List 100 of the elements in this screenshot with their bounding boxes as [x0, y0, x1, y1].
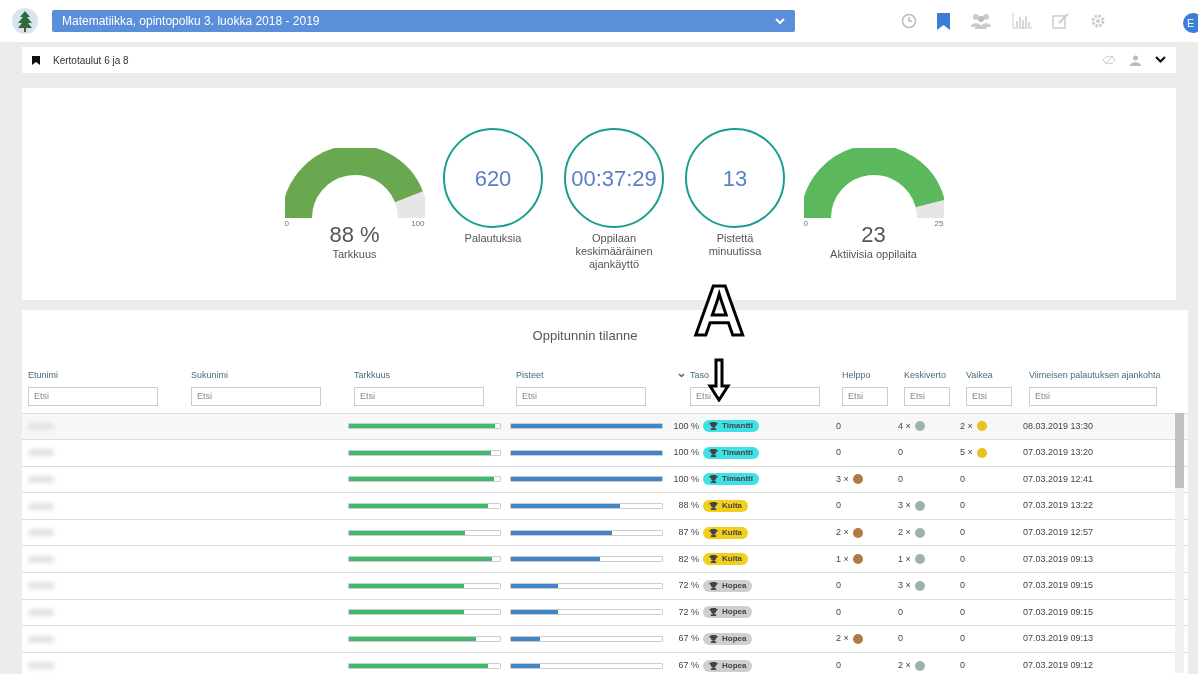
gauge-max: 100	[411, 218, 425, 230]
medal-count: 3 ×	[898, 579, 911, 593]
level-percent: 100 %	[672, 419, 699, 433]
column-header[interactable]: Taso	[690, 368, 709, 383]
trophy-icon	[709, 635, 718, 644]
user-avatar[interactable]: E	[1183, 13, 1198, 33]
blurred-name	[28, 529, 54, 537]
level-badge: Timantti	[703, 473, 759, 486]
sort-caret-icon[interactable]	[678, 373, 685, 378]
column-header[interactable]: Viimeisen palautuksen ajankohta	[1029, 368, 1161, 383]
column-header[interactable]: Etunimi	[28, 368, 58, 383]
gauge-value: 23	[861, 224, 886, 246]
submission-time: 07.03.2019 09:12	[1023, 658, 1095, 672]
people-icon[interactable]	[970, 13, 992, 29]
level-badge: Kulta	[703, 553, 748, 566]
search-field[interactable]: Etsi	[516, 386, 646, 406]
level-percent: 87 %	[677, 525, 699, 539]
search-field[interactable]: Etsi	[28, 386, 158, 406]
stat-label: Aktiivisia oppilaita	[830, 247, 917, 262]
level-percent: 67 %	[677, 632, 699, 646]
level-percent: 72 %	[677, 579, 699, 593]
trophy-icon	[709, 608, 718, 617]
submission-time: 07.03.2019 09:15	[1023, 579, 1095, 593]
medal-count: 5 ×	[960, 446, 973, 460]
level-badge: Kulta	[703, 500, 748, 513]
bookmark-icon	[32, 55, 40, 65]
edit-icon[interactable]	[1052, 13, 1070, 29]
level-badge: Hopea	[703, 659, 753, 672]
stat-label: Pistettä minuutissa	[707, 232, 763, 258]
gauge-min: 0	[803, 218, 808, 230]
medal-count: 0	[960, 658, 965, 672]
column-header[interactable]: Sukunimi	[191, 368, 228, 383]
medal-count: 0	[898, 446, 903, 460]
table-title: Oppitunnin tilanne	[532, 327, 638, 345]
stat-label: Palautuksia	[463, 232, 523, 245]
bar-chart-icon[interactable]	[1012, 13, 1032, 29]
trophy-icon	[709, 475, 718, 484]
medal-count: 0	[960, 472, 965, 486]
medal-count: 0	[960, 499, 965, 513]
chevron-down-icon	[775, 17, 785, 25]
level-badge: Hopea	[703, 579, 753, 592]
level-percent: 67 %	[677, 658, 699, 672]
trophy-icon	[709, 581, 718, 590]
blurred-name	[28, 582, 54, 590]
settings-icon[interactable]	[1090, 13, 1106, 29]
blurred-name	[28, 555, 54, 563]
medal-count: 0	[836, 658, 841, 672]
course-dropdown[interactable]: Matematiikka, opintopolku 3. luokka 2018 - 2019	[52, 10, 795, 32]
medal-count: 3 ×	[898, 499, 911, 513]
submission-time: 07.03.2019 13:20	[1023, 446, 1095, 460]
medal-count: 0	[836, 446, 841, 460]
hidden-eye-icon[interactable]	[1102, 55, 1116, 65]
trophy-icon	[709, 528, 718, 537]
lesson-title: Kertotaulut 6 ja 8	[53, 53, 129, 68]
medal-count: 1 ×	[898, 552, 911, 566]
person-icon[interactable]	[1130, 54, 1141, 66]
medal-count: 0	[960, 525, 965, 539]
chevron-down-icon[interactable]	[1155, 56, 1166, 64]
clock-icon[interactable]	[901, 13, 917, 29]
level-badge: Hopea	[703, 633, 753, 646]
level-percent: 82 %	[677, 552, 699, 566]
search-field[interactable]: Etsi	[966, 386, 1012, 406]
column-header[interactable]: Vaikea	[966, 368, 993, 383]
level-percent: 88 %	[677, 499, 699, 513]
search-field[interactable]: Etsi	[690, 386, 820, 406]
submission-time: 07.03.2019 09:13	[1023, 632, 1095, 646]
submission-time: 07.03.2019 12:41	[1023, 472, 1095, 486]
search-field[interactable]: Etsi	[904, 386, 950, 406]
scrollbar[interactable]	[1175, 412, 1184, 673]
submission-time: 07.03.2019 12:57	[1023, 525, 1095, 539]
blurred-name	[28, 502, 54, 510]
stat-label: Oppilaan keskimääräinen ajankäyttö	[574, 232, 654, 271]
trophy-icon	[709, 555, 718, 564]
medal-count: 2 ×	[898, 525, 911, 539]
medal-count: 0	[898, 605, 903, 619]
gauge-value: 88 %	[329, 224, 380, 246]
column-header[interactable]: Pisteet	[516, 368, 544, 383]
search-field[interactable]: Etsi	[191, 386, 321, 406]
medal-count: 0	[960, 552, 965, 566]
submission-time: 07.03.2019 09:15	[1023, 605, 1095, 619]
blurred-name	[28, 635, 54, 643]
medal-count: 2 ×	[898, 658, 911, 672]
level-percent: 100 %	[672, 472, 699, 486]
medal-count: 1 ×	[836, 552, 849, 566]
submission-time: 08.03.2019 13:30	[1023, 419, 1095, 433]
column-header[interactable]: Keskiverto	[904, 368, 947, 383]
search-field[interactable]: Etsi	[354, 386, 484, 406]
level-percent: 72 %	[677, 605, 699, 619]
stat-label: Tarkkuus	[332, 247, 377, 262]
trophy-icon	[709, 502, 718, 511]
search-field[interactable]: Etsi	[842, 386, 888, 406]
column-header[interactable]: Helppo	[842, 368, 871, 383]
search-field[interactable]: Etsi	[1029, 386, 1157, 406]
blurred-name	[28, 662, 54, 670]
medal-count: 0	[898, 472, 903, 486]
column-header[interactable]: Tarkkuus	[354, 368, 390, 383]
level-badge: Timantti	[703, 420, 759, 433]
medal-count: 2 ×	[960, 419, 973, 433]
bookmark-icon[interactable]	[937, 12, 950, 30]
blurred-name	[28, 476, 54, 483]
